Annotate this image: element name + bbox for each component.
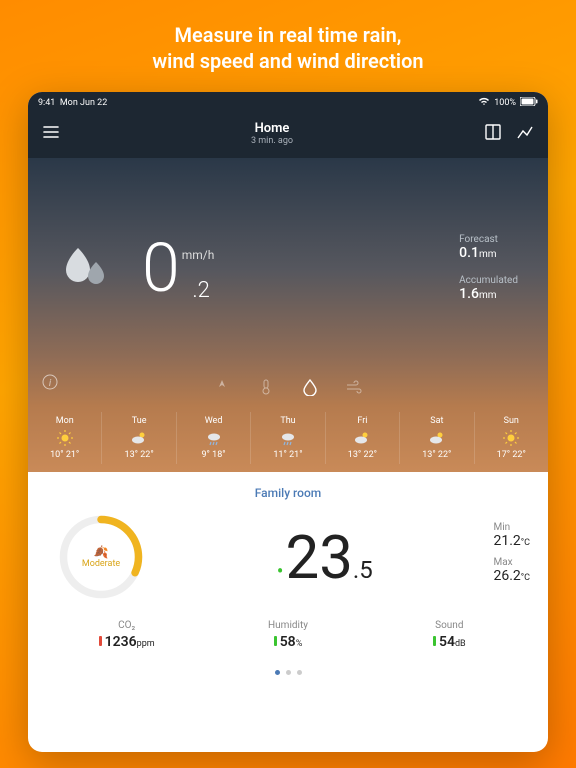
weather-icon: [326, 429, 399, 447]
battery-icon: [520, 97, 538, 109]
weather-icon: [177, 429, 250, 447]
temp-max-unit: °C: [521, 573, 530, 583]
accumulated-label: Accumulated: [459, 275, 518, 286]
co2-bar: [99, 636, 102, 646]
layout-toggle-button[interactable]: [484, 123, 502, 145]
temp-max-label: Max: [493, 557, 530, 568]
weather-icon: [28, 429, 101, 447]
rain-icon: [58, 240, 114, 296]
wifi-icon: [478, 96, 490, 109]
air-quality-gauge[interactable]: 🍂 Moderate: [46, 512, 156, 602]
status-date: Mon Jun 22: [60, 98, 107, 108]
forecast-day[interactable]: Wed 9° 18°: [176, 412, 250, 464]
humidity-bar: [274, 636, 277, 646]
metric-co2[interactable]: CO₂ 1236ppm: [46, 620, 207, 650]
sound-value: 54: [439, 634, 455, 650]
temp-big: 23: [285, 522, 352, 593]
day-temps: 13° 22°: [400, 450, 473, 460]
svg-text:i: i: [49, 378, 52, 389]
forecast-day[interactable]: Sat 13° 22°: [399, 412, 473, 464]
day-name: Fri: [326, 416, 399, 426]
temp-min-unit: °C: [521, 538, 530, 548]
humidity-label: Humidity: [207, 620, 368, 631]
sound-unit: dB: [455, 639, 466, 649]
day-temps: 13° 22°: [102, 450, 175, 460]
hero-panel: 0 mm/h .2 Forecast 0.1mm Accumulated 1.6…: [28, 158, 548, 406]
info-button[interactable]: i: [42, 374, 58, 394]
forecast-day[interactable]: Mon 10° 21°: [28, 412, 101, 464]
tab-wind[interactable]: [213, 378, 231, 396]
forecast-day[interactable]: Sun 17° 22°: [474, 412, 548, 464]
tab-temperature[interactable]: [257, 378, 275, 396]
marketing-tagline: Measure in real time rain,wind speed and…: [0, 0, 576, 92]
forecast-day[interactable]: Thu 11° 21°: [250, 412, 324, 464]
weather-icon: [102, 429, 175, 447]
forecast-day[interactable]: Tue 13° 22°: [101, 412, 175, 464]
co2-unit: ppm: [137, 639, 155, 649]
co2-label: CO₂: [46, 620, 207, 631]
air-quality-level: Moderate: [82, 559, 120, 569]
sound-bar: [433, 636, 436, 646]
day-name: Tue: [102, 416, 175, 426]
rain-unit: mm/h: [182, 248, 215, 262]
menu-button[interactable]: [42, 123, 60, 145]
rain-reading: 0 mm/h .2: [142, 234, 210, 303]
rain-frac: .2: [192, 278, 209, 303]
sound-label: Sound: [369, 620, 530, 631]
leaf-icon: 🍂: [82, 545, 120, 559]
room-temp: • 23 .5: [277, 522, 373, 593]
humidity-value: 58: [280, 634, 296, 650]
battery-pct: 100%: [494, 98, 516, 108]
top-bar: Home 3 min. ago: [28, 113, 548, 158]
metric-sound[interactable]: Sound 54dB: [369, 620, 530, 650]
day-name: Thu: [251, 416, 324, 426]
tab-air[interactable]: [345, 378, 363, 396]
co2-value: 1236: [105, 634, 137, 650]
day-temps: 17° 22°: [475, 450, 548, 460]
humidity-unit: %: [296, 639, 303, 649]
forecast-unit: mm: [479, 249, 497, 260]
status-time: 9:41: [38, 98, 55, 108]
page-dots[interactable]: [46, 654, 530, 689]
forecast-value: 0.1: [459, 245, 479, 261]
day-temps: 13° 22°: [326, 450, 399, 460]
day-name: Sun: [475, 416, 548, 426]
weather-icon: [475, 429, 548, 447]
temp-max-value: 26.2: [493, 568, 520, 584]
sensor-tabs: [28, 378, 548, 406]
day-temps: 11° 21°: [251, 450, 324, 460]
room-card: Family room 🍂 Moderate • 23 .5: [28, 472, 548, 697]
weather-icon: [251, 429, 324, 447]
temp-min-value: 21.2: [493, 533, 520, 549]
day-name: Sat: [400, 416, 473, 426]
temp-frac: .5: [353, 556, 373, 584]
room-name[interactable]: Family room: [46, 486, 530, 500]
accumulated-unit: mm: [479, 290, 497, 301]
temp-min-label: Min: [493, 522, 530, 533]
temp-trend-dot: •: [277, 559, 284, 583]
tab-rain[interactable]: [301, 378, 319, 396]
device-frame: 9:41 Mon Jun 22 100% Home 3 min. ago: [28, 92, 548, 752]
status-bar: 9:41 Mon Jun 22 100%: [28, 92, 548, 113]
week-forecast[interactable]: Mon10° 21°Tue13° 22°Wed9° 18°Thu11° 21°F…: [28, 406, 548, 472]
last-updated: 3 min. ago: [60, 136, 484, 146]
forecast-label: Forecast: [459, 234, 518, 245]
chart-button[interactable]: [516, 123, 534, 145]
weather-icon: [400, 429, 473, 447]
metric-humidity[interactable]: Humidity 58%: [207, 620, 368, 650]
forecast-day[interactable]: Fri 13° 22°: [325, 412, 399, 464]
day-name: Wed: [177, 416, 250, 426]
accumulated-value: 1.6: [459, 286, 479, 302]
rain-big: 0: [142, 234, 180, 302]
location-title[interactable]: Home: [60, 121, 484, 136]
day-temps: 9° 18°: [177, 450, 250, 460]
day-temps: 10° 21°: [28, 450, 101, 460]
day-name: Mon: [28, 416, 101, 426]
